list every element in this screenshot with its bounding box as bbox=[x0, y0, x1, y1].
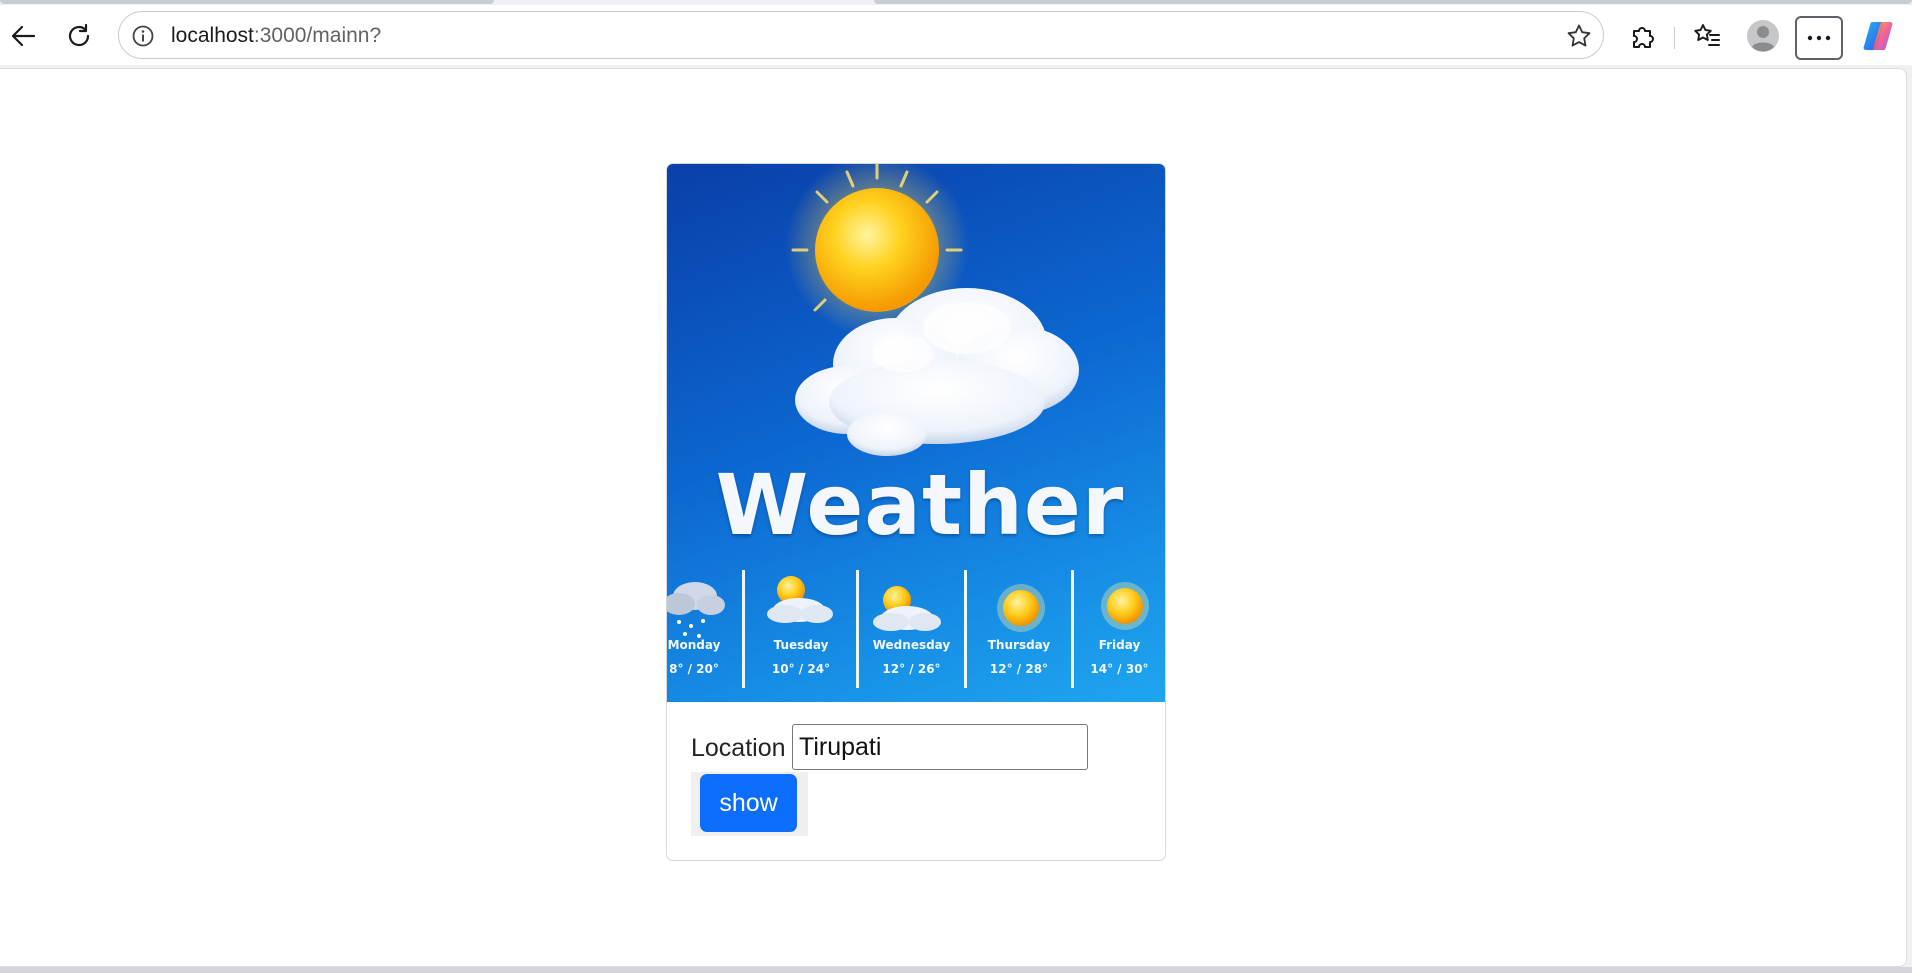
forecast-day-name: Wednesday bbox=[872, 638, 951, 652]
tab-right[interactable] bbox=[874, 0, 1912, 4]
back-arrow-icon bbox=[9, 22, 37, 50]
browser-toolbar: localhost:3000/mainn? bbox=[0, 5, 1912, 65]
forecast-day-temp: 10° / 24° bbox=[771, 662, 831, 676]
forecast-day-temp: 14° / 30° bbox=[1090, 662, 1149, 676]
forecast-day-name: Tuesday bbox=[773, 638, 829, 652]
tab-left[interactable] bbox=[0, 0, 494, 4]
favorites-button[interactable] bbox=[1687, 16, 1727, 56]
extensions-button[interactable] bbox=[1622, 16, 1662, 56]
forecast-day-temp: 12° / 26° bbox=[882, 662, 941, 676]
address-bar[interactable]: localhost:3000/mainn? bbox=[118, 11, 1604, 59]
ellipsis-icon bbox=[1807, 29, 1831, 47]
forecast-day: Tuesday 10° / 24° bbox=[745, 566, 857, 684]
window-bottom-edge bbox=[0, 967, 1912, 973]
page-viewport: Weather Monday 8° / 20° Tuesday 10° / 24… bbox=[0, 68, 1907, 967]
toolbar-divider bbox=[1674, 27, 1675, 49]
forecast-day-temp: 8° / 20° bbox=[669, 662, 719, 676]
location-input[interactable] bbox=[792, 724, 1088, 770]
forecast-day: Wednesday 12° / 26° bbox=[859, 566, 964, 684]
reload-button[interactable] bbox=[59, 16, 99, 56]
forecast-day: Monday 8° / 20° bbox=[667, 566, 721, 684]
copilot-button[interactable] bbox=[1858, 16, 1898, 56]
forecast-day-name: Thursday bbox=[987, 638, 1051, 652]
puzzle-icon bbox=[1628, 22, 1656, 50]
url-host: localhost bbox=[171, 24, 254, 47]
forecast-day-name: Monday bbox=[667, 638, 721, 652]
url-text[interactable]: localhost:3000/mainn? bbox=[171, 24, 381, 48]
back-button[interactable] bbox=[3, 16, 43, 56]
weather-card: Weather Monday 8° / 20° Tuesday 10° / 24… bbox=[666, 163, 1166, 861]
show-button-wrapper: show bbox=[691, 772, 808, 836]
copilot-icon bbox=[1861, 19, 1895, 53]
favorites-list-icon bbox=[1693, 22, 1721, 50]
profile-button[interactable] bbox=[1743, 16, 1783, 56]
weather-banner-image: Weather Monday 8° / 20° Tuesday 10° / 24… bbox=[667, 164, 1165, 702]
forecast-strip: Monday 8° / 20° Tuesday 10° / 24° Wednes… bbox=[667, 566, 1165, 688]
info-icon[interactable] bbox=[129, 22, 157, 50]
show-button[interactable]: show bbox=[700, 774, 797, 832]
location-label: Location bbox=[691, 734, 786, 762]
more-menu-button[interactable] bbox=[1795, 16, 1843, 60]
banner-title: Weather bbox=[715, 456, 1125, 554]
forecast-day-name: Friday bbox=[1098, 638, 1141, 652]
forecast-day-temp: 12° / 28° bbox=[989, 662, 1049, 676]
forecast-day: Thursday 12° / 28° bbox=[967, 566, 1071, 684]
profile-avatar-icon bbox=[1746, 19, 1780, 53]
forecast-day: Friday 14° / 30° bbox=[1074, 566, 1165, 684]
reload-icon bbox=[65, 22, 93, 50]
url-path: :3000/mainn? bbox=[253, 24, 382, 47]
star-icon[interactable] bbox=[1565, 22, 1593, 50]
